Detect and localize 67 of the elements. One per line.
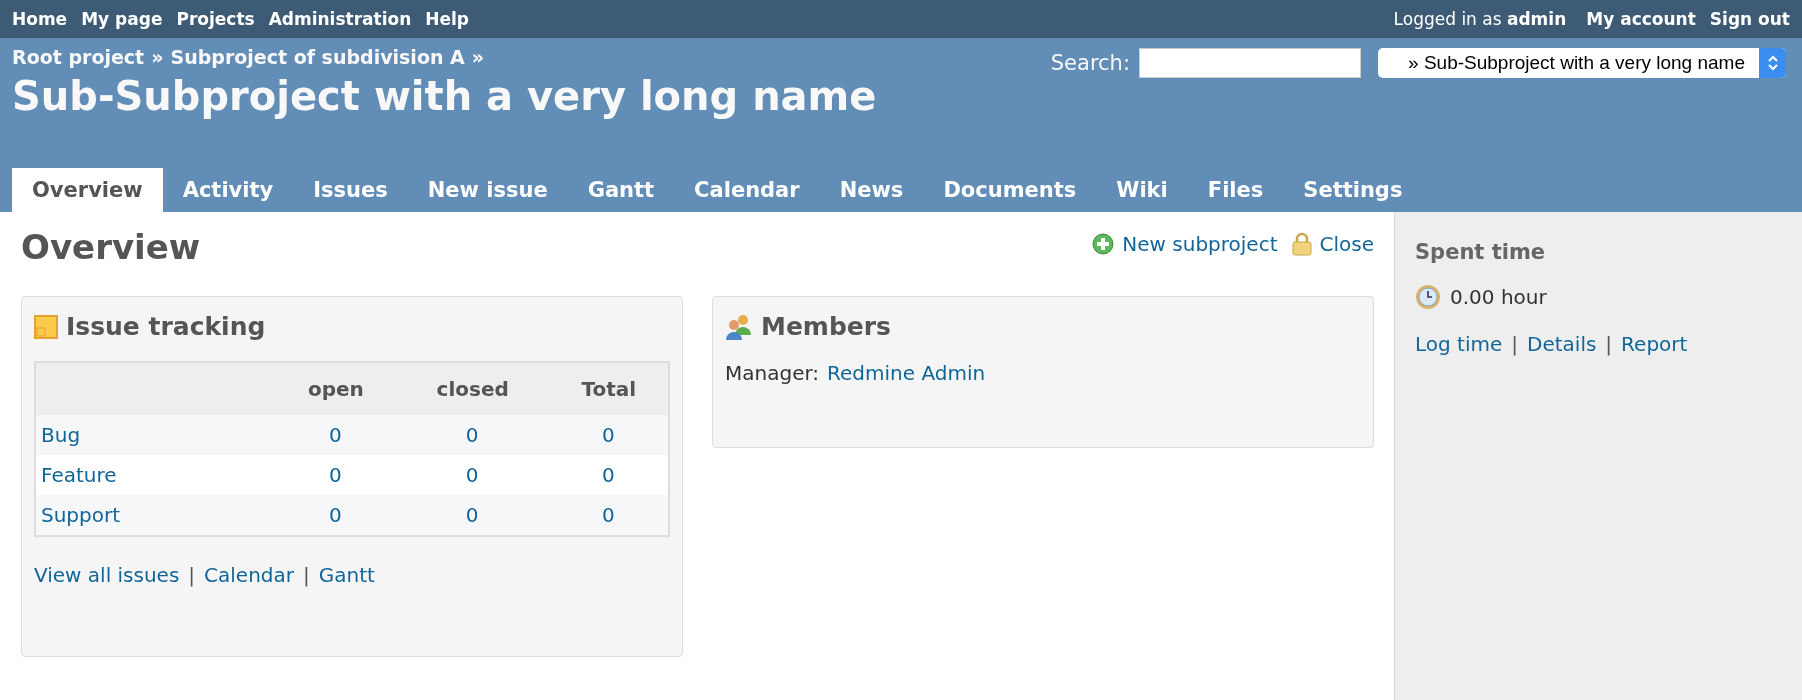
link-separator: |	[1511, 332, 1518, 356]
project-select[interactable]: » Sub-Subproject with a very long name	[1378, 48, 1786, 78]
menu-link[interactable]: Home	[12, 9, 68, 29]
menu-link[interactable]: Help	[425, 9, 470, 29]
tracker-link[interactable]: Bug	[41, 423, 81, 447]
panel-title: Members	[761, 311, 891, 343]
column-header: closed	[395, 362, 550, 415]
column-header: open	[275, 362, 396, 415]
link-separator: |	[188, 563, 196, 587]
issue-link[interactable]: Gantt	[318, 563, 375, 587]
menu-link[interactable]: My page	[81, 9, 163, 29]
breadcrumb-link[interactable]: Root project	[12, 46, 145, 68]
plus-icon	[1092, 233, 1115, 255]
project-title: Sub-Subproject with a very long name	[12, 72, 877, 121]
time-link[interactable]: Report	[1621, 332, 1688, 356]
count-link[interactable]: 0	[328, 423, 342, 447]
link-separator: |	[1605, 332, 1613, 356]
member-link[interactable]: Redmine Admin	[827, 361, 986, 385]
count-link[interactable]: 0	[328, 503, 342, 527]
issue-icon	[34, 315, 58, 339]
search-field[interactable]	[1139, 48, 1361, 78]
tab[interactable]: Wiki	[1096, 168, 1188, 212]
tab[interactable]: Files	[1187, 168, 1284, 212]
count-link[interactable]: 0	[601, 423, 615, 447]
tab[interactable]: Issues	[293, 168, 408, 212]
tab[interactable]: Overview	[12, 168, 163, 212]
column-header: Total	[549, 362, 669, 415]
count-link[interactable]: 0	[465, 503, 479, 527]
panel-title: Issue tracking	[66, 311, 266, 343]
count-link[interactable]: 0	[465, 463, 479, 487]
tab[interactable]: Activity	[162, 168, 294, 212]
tracker-link[interactable]: Support	[41, 503, 121, 527]
tab[interactable]: News	[819, 168, 924, 212]
count-link[interactable]: 0	[465, 423, 479, 447]
hours-text: 0.00 hour	[1450, 285, 1547, 309]
menu-link[interactable]: Projects	[176, 9, 255, 29]
action-link[interactable]: New subproject	[1092, 232, 1278, 256]
tab[interactable]: New issue	[407, 168, 568, 212]
member-role: Manager:	[725, 361, 820, 385]
link-separator: |	[303, 563, 310, 587]
sidebar-title: Spent time	[1415, 240, 1547, 264]
tab[interactable]: Calendar	[674, 168, 820, 212]
breadcrumb-separator: »	[151, 46, 164, 68]
search-label: Search:	[1050, 51, 1130, 75]
issue-link[interactable]: Calendar	[204, 563, 295, 587]
page-heading: Overview	[21, 226, 201, 268]
time-link[interactable]: Details	[1527, 332, 1597, 356]
action-link[interactable]: Close	[1291, 232, 1374, 256]
tab[interactable]: Settings	[1283, 168, 1423, 212]
lock-icon	[1291, 232, 1312, 256]
tab[interactable]: Documents	[923, 168, 1097, 212]
tracker-link[interactable]: Feature	[41, 463, 117, 487]
count-link[interactable]: 0	[601, 463, 615, 487]
breadcrumb-link[interactable]: Subproject of subdivision A	[170, 46, 465, 68]
account-link[interactable]: My account	[1586, 9, 1696, 29]
chevrons-icon	[1766, 53, 1779, 73]
count-link[interactable]: 0	[601, 503, 615, 527]
tab[interactable]: Gantt	[567, 168, 675, 212]
count-link[interactable]: 0	[328, 463, 342, 487]
issue-link[interactable]: View all issues	[34, 563, 180, 587]
people-icon	[725, 313, 753, 341]
clock-icon	[1415, 284, 1441, 310]
logged-in-text: Logged in as admin	[1393, 9, 1567, 29]
breadcrumb-separator: »	[471, 46, 485, 68]
time-link[interactable]: Log time	[1415, 332, 1503, 356]
menu-link[interactable]: Administration	[268, 9, 412, 29]
account-link[interactable]: Sign out	[1709, 9, 1790, 29]
